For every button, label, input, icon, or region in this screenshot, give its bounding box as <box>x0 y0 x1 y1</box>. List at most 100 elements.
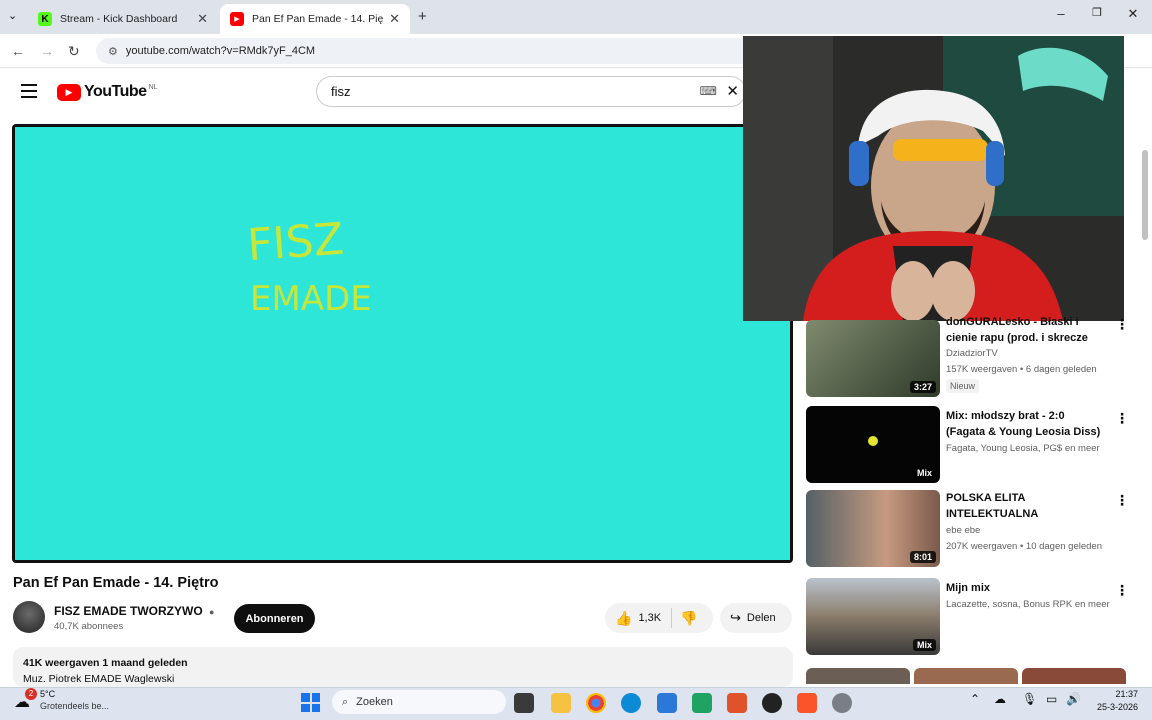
clock-date[interactable]: 25-3-2026 <box>1090 702 1138 712</box>
logo-word: YouTube <box>84 83 147 100</box>
forward-icon[interactable]: → <box>40 43 54 59</box>
microphone-icon[interactable]: 🎙 <box>1022 692 1037 706</box>
menu-icon[interactable] <box>21 84 37 98</box>
recommended-video[interactable]: 3:27 donGURALesko - Błaski i cienie rapu… <box>806 312 1136 397</box>
video-title: Pan Ef Pan Emade - 14. Piętro <box>13 575 219 591</box>
recommended-meta: 157K weergaven • 6 dagen geleden <box>946 364 1097 375</box>
reload-icon[interactable]: ↻ <box>68 43 80 60</box>
recommended-title[interactable]: Mijn mix <box>946 580 1106 596</box>
recommended-channel[interactable]: Fagata, Young Leosia, PG$ en meer <box>946 443 1100 454</box>
like-count[interactable]: 1,3K <box>638 612 661 624</box>
weather-desc: Grotendeels be... <box>40 701 110 711</box>
shorts-thumbnail[interactable] <box>1022 668 1126 684</box>
channel-avatar[interactable] <box>13 601 45 633</box>
chrome-icon[interactable] <box>586 693 606 713</box>
more-options-icon[interactable]: ⋮ <box>1115 316 1129 333</box>
subscriber-count: 40,7K abonnees <box>54 621 124 632</box>
more-options-icon[interactable]: ⋮ <box>1115 410 1129 427</box>
cloud-icon[interactable]: ☁ <box>994 692 1006 706</box>
share-button[interactable]: ↪ Delen <box>720 603 792 633</box>
shorts-thumbnail[interactable] <box>914 668 1018 684</box>
share-icon: ↪ <box>730 610 741 625</box>
thumbnail-dot <box>868 436 878 446</box>
recommended-channel[interactable]: ebe ebe <box>946 525 980 536</box>
brave-icon[interactable] <box>797 693 817 713</box>
search-value: fisz <box>331 84 351 99</box>
new-badge: Nieuw <box>946 379 980 393</box>
start-button-icon[interactable] <box>301 693 320 712</box>
close-window-icon[interactable]: ✕ <box>1118 6 1148 22</box>
region-code: NL <box>148 83 158 91</box>
share-label: Delen <box>746 612 776 624</box>
task-view-icon[interactable] <box>514 693 534 713</box>
maximize-icon[interactable]: ❐ <box>1082 6 1112 19</box>
search-input[interactable]: fisz ⌨ ✕ <box>316 76 746 107</box>
subscribe-button[interactable]: Abonneren <box>234 604 315 633</box>
close-tab-icon[interactable]: ✕ <box>389 11 400 27</box>
description-box[interactable]: 41K weergaven 1 maand geleden Muz. Piotr… <box>13 647 793 687</box>
screen-text-emade: EMADE <box>250 279 372 319</box>
recommended-video[interactable]: Mix Mijn mix Lacazette, sosna, Bonus RPK… <box>806 578 1136 658</box>
new-tab-icon[interactable]: + <box>418 8 427 25</box>
taskbar-search[interactable]: ⌕ Zoeken <box>332 690 506 714</box>
display-icon[interactable]: ▭ <box>1046 692 1057 706</box>
url-text: youtube.com/watch?v=RMdk7yF_4CM <box>125 45 316 57</box>
description-text: Muz. Piotrek EMADE Waglewski <box>23 673 175 685</box>
youtube-icon: ▶ <box>230 12 244 26</box>
verified-icon: ● <box>209 607 215 617</box>
keyboard-icon[interactable]: ⌨ <box>700 84 717 98</box>
webcam-overlay <box>743 36 1124 321</box>
scrollbar-thumb[interactable] <box>1142 150 1148 240</box>
weather-temp: 5°C <box>40 689 56 699</box>
sheets-icon[interactable] <box>692 693 712 713</box>
video-thumbnail[interactable]: Mix <box>806 406 940 483</box>
weather-badge: 2 <box>25 688 37 700</box>
recommended-title[interactable]: POLSKA ELITA INTELEKTUALNA <box>946 490 1106 522</box>
thumbs-down-icon[interactable]: 👎 <box>680 610 697 627</box>
more-options-icon[interactable]: ⋮ <box>1115 492 1129 509</box>
tab-strip: ⌄ K Stream - Kick Dashboard ✕ ▶ Pan Ef P… <box>0 0 1152 34</box>
omnibox[interactable]: ⚙ youtube.com/watch?v=RMdk7yF_4CM <box>96 38 796 64</box>
docs-icon[interactable] <box>657 693 677 713</box>
tab-kick-dashboard[interactable]: K Stream - Kick Dashboard ✕ <box>28 4 218 34</box>
file-explorer-icon[interactable] <box>551 693 571 713</box>
clock-time[interactable]: 21:37 <box>1104 689 1138 699</box>
tab-title: Pan Ef Pan Emade - 14. Piętro - <box>252 13 384 25</box>
volume-icon[interactable]: 🔊 <box>1066 692 1081 706</box>
video-thumbnail[interactable]: 8:01 <box>806 490 940 567</box>
pdf-icon[interactable] <box>727 693 747 713</box>
taskbar-search-placeholder: Zoeken <box>356 696 393 708</box>
tab-title: Stream - Kick Dashboard <box>60 13 178 25</box>
settings-icon[interactable] <box>832 693 852 713</box>
tray-chevron-icon[interactable]: ⌃ <box>970 692 980 706</box>
recommended-channel[interactable]: Lacazette, sosna, Bonus RPK en meer <box>946 599 1110 610</box>
channel-name[interactable]: FISZ EMADE TWORZYWO ● <box>54 604 214 618</box>
edge-icon[interactable] <box>621 693 641 713</box>
obs-icon[interactable] <box>762 693 782 713</box>
shorts-thumbnail[interactable] <box>806 668 910 684</box>
thumbs-up-icon[interactable]: 👍 <box>615 610 632 627</box>
channel-name-text: FISZ EMADE TWORZYWO <box>54 604 203 618</box>
close-tab-icon[interactable]: ✕ <box>197 11 208 27</box>
video-thumbnail[interactable]: 3:27 <box>806 320 940 397</box>
clear-search-icon[interactable]: ✕ <box>726 82 739 100</box>
video-frame[interactable]: FISZ EMADE <box>15 127 790 560</box>
recommended-video[interactable]: Mix Mix: młodszy brat - 2:0 (Fagata & Yo… <box>806 406 1136 486</box>
recommended-title[interactable]: donGURALesko - Błaski i cienie rapu (pro… <box>946 314 1106 346</box>
minimize-icon[interactable]: – <box>1046 6 1076 21</box>
mix-badge: Mix <box>912 467 936 479</box>
views-date: 41K weergaven 1 maand geleden <box>23 657 188 669</box>
kick-icon: K <box>38 12 52 26</box>
site-info-icon[interactable]: ⚙ <box>108 45 118 58</box>
video-thumbnail[interactable]: Mix <box>806 578 940 655</box>
youtube-logo[interactable]: ▶ YouTube NL <box>57 83 158 101</box>
recommended-meta: 207K weergaven • 10 dagen geleden <box>946 541 1102 552</box>
tab-youtube[interactable]: ▶ Pan Ef Pan Emade - 14. Piętro - ✕ <box>220 4 410 34</box>
tab-search-chevron-icon[interactable]: ⌄ <box>8 9 17 22</box>
recommended-video[interactable]: 8:01 POLSKA ELITA INTELEKTUALNA ebe ebe … <box>806 490 1136 570</box>
streamer-webcam-image <box>743 36 1124 321</box>
recommended-channel[interactable]: DziadziorTV <box>946 348 998 359</box>
back-icon[interactable]: ← <box>11 43 25 59</box>
recommended-title[interactable]: Mix: młodszy brat - 2:0 (Fagata & Young … <box>946 408 1106 440</box>
more-options-icon[interactable]: ⋮ <box>1115 582 1129 599</box>
